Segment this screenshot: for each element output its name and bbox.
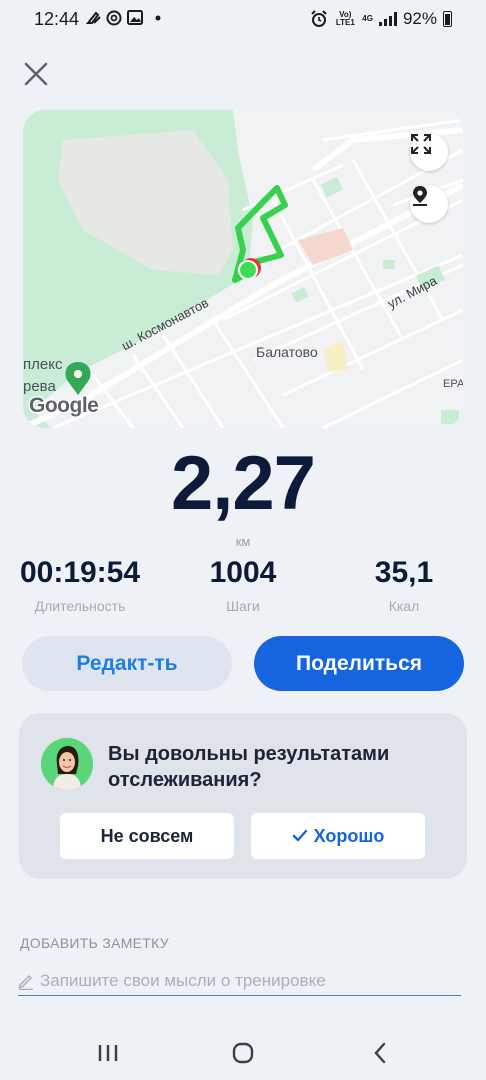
map-place-label: Балатово <box>256 344 318 360</box>
status-right: Vo) LTE1 4G 92% <box>310 9 452 29</box>
notification-icons <box>85 9 166 31</box>
location-pin-icon <box>413 186 427 206</box>
signal-icon <box>378 12 397 26</box>
share-button[interactable]: Поделиться <box>254 636 464 691</box>
pencil-icon <box>18 974 33 990</box>
back-button[interactable] <box>360 1038 400 1068</box>
check-icon <box>292 829 307 842</box>
avatar-image <box>41 738 93 790</box>
distance-value: 2,27 <box>171 441 316 526</box>
network-gen: 4G <box>362 14 373 23</box>
system-nav-bar <box>0 1030 486 1080</box>
feedback-question: Вы довольны результатами отслеживания? <box>108 743 390 791</box>
locate-button[interactable] <box>410 185 448 223</box>
edit-button[interactable]: Редакт-ть <box>22 636 232 691</box>
home-button[interactable] <box>223 1038 263 1068</box>
recents-icon <box>98 1045 118 1061</box>
status-time: 12:44 <box>34 9 80 29</box>
note-input[interactable] <box>40 970 450 991</box>
map-edge-label: ЕРА <box>443 378 463 390</box>
recents-button[interactable] <box>88 1038 128 1068</box>
avatar <box>41 738 93 790</box>
close-button[interactable] <box>20 58 52 90</box>
stat-duration: 00:19:54 Длительность <box>0 556 160 614</box>
feedback-no-label: Не совсем <box>100 825 194 846</box>
google-logo: Google <box>29 394 99 417</box>
note-title: ДОБАВИТЬ ЗАМЕТКУ <box>20 935 169 951</box>
volte-tag: Vo) LTE1 <box>335 10 355 27</box>
stat-value: 1004 <box>209 556 277 589</box>
close-icon <box>24 62 48 86</box>
battery-percent: 92% <box>402 9 437 28</box>
stat-calories: 35,1 Ккал <box>324 556 484 614</box>
stat-steps: 1004 Шаги <box>163 556 323 614</box>
expand-icon <box>411 134 431 154</box>
feedback-card: Вы довольны результатами отслеживания? Н… <box>19 713 467 879</box>
feedback-yes-button[interactable]: Хорошо <box>251 813 425 859</box>
stat-value: 00:19:54 <box>19 556 141 589</box>
route-map[interactable]: Балатово ш. Космонавтов ул. Мира плекс р… <box>23 110 463 428</box>
stat-value: 35,1 <box>374 556 434 589</box>
map-poi-label: рева <box>23 378 56 395</box>
stat-label: Шаги <box>226 598 260 614</box>
home-icon <box>232 1042 254 1064</box>
expand-map-button[interactable] <box>410 133 448 171</box>
battery-icon <box>443 11 452 27</box>
notification-icons-glyphs <box>85 10 161 26</box>
distance-unit: км <box>235 534 251 549</box>
stat-label: Ккал <box>388 598 420 614</box>
map-poi-label: плекс <box>23 356 63 373</box>
note-field[interactable] <box>18 966 461 996</box>
status-bar: 12:44 Vo) LTE1 4G 92% <box>0 0 486 40</box>
feedback-no-button[interactable]: Не совсем <box>60 813 234 859</box>
back-icon <box>374 1042 386 1064</box>
stat-label: Длительность <box>34 598 126 614</box>
feedback-yes-label: Хорошо <box>313 825 385 846</box>
map-canvas <box>23 110 463 428</box>
alarm-icon <box>311 10 328 27</box>
